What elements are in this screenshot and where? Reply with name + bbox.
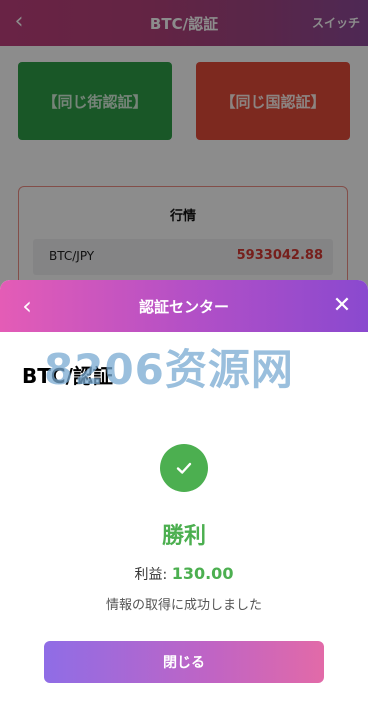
auth-center-modal: ‹ 認証センター ✕ BTC/認証 8206资源网 勝利 利益: 130.00 … — [0, 280, 368, 728]
modal-header: ‹ 認証センター ✕ — [0, 280, 368, 332]
profit-label: 利益: — [134, 567, 168, 583]
result-label: 勝利 — [161, 524, 206, 549]
modal-title: 認証センター — [138, 298, 229, 316]
success-badge — [160, 444, 208, 492]
close-button[interactable]: 閉じる — [44, 641, 324, 683]
profit-value: 130.00 — [171, 564, 234, 583]
watermark: 8206资源网 — [44, 345, 294, 394]
close-icon[interactable]: ✕ — [328, 292, 356, 320]
check-icon — [176, 462, 192, 474]
profit-line: 利益: 130.00 — [0, 564, 368, 584]
status-message: 情報の取得に成功しました — [105, 598, 262, 613]
